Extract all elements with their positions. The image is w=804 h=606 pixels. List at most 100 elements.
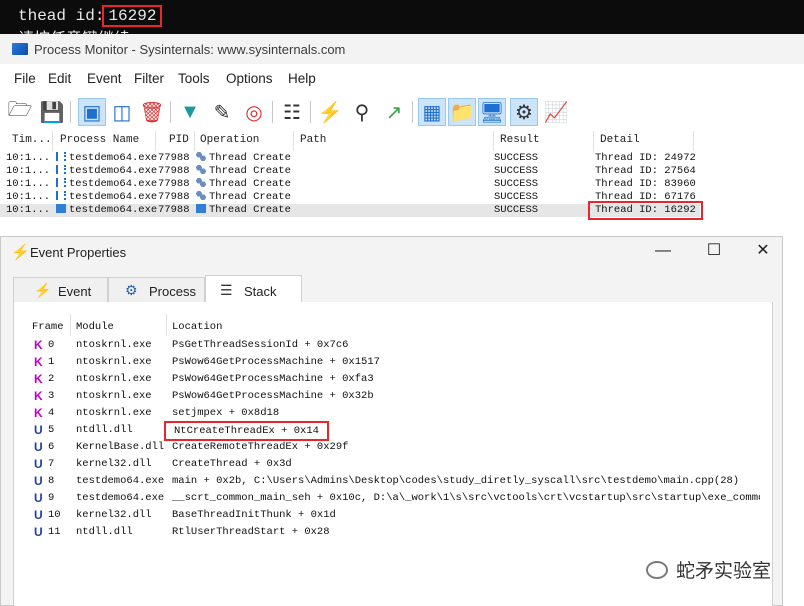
cell-process: testdemo64.exe	[56, 152, 157, 165]
lightning-icon: ⚡	[11, 244, 30, 261]
save-icon[interactable]: 💾	[38, 98, 66, 126]
col-pid[interactable]: PID	[169, 134, 189, 146]
stack-frame-row[interactable]: U 6 KernelBase.dll CreateRemoteThreadEx …	[28, 439, 760, 456]
find-icon[interactable]: ⚲	[348, 98, 376, 126]
frame-module: ntoskrnl.exe	[76, 339, 152, 351]
stack-frame-row[interactable]: U 10 kernel32.dll BaseThreadInitThunk + …	[28, 507, 760, 524]
exe-icon	[56, 191, 66, 200]
autoscroll-icon[interactable]: ◫	[108, 98, 136, 126]
profiling-events-icon[interactable]: 📈	[542, 98, 570, 126]
menu-file[interactable]: File	[14, 71, 36, 86]
menu-help[interactable]: Help	[288, 71, 316, 86]
console-prefix: thead id:	[18, 7, 105, 25]
registry-activity-icon[interactable]: ▦	[418, 98, 446, 126]
menu-edit[interactable]: Edit	[48, 71, 71, 86]
maximize-button[interactable]: ☐	[699, 241, 729, 261]
properties-icon[interactable]: ⚡	[316, 98, 344, 126]
event-properties-titlebar[interactable]: ⚡ Event Properties — ☐ ✕	[1, 237, 784, 267]
frame-location: BaseThreadInitThunk + 0x1d	[172, 509, 336, 521]
event-row[interactable]: 10:1... testdemo64.exe 77988 Thread Crea…	[0, 152, 700, 165]
clear-icon[interactable]: 🗑	[138, 98, 166, 126]
frame-module: kernel32.dll	[76, 458, 152, 470]
toolbar-separator	[70, 101, 71, 123]
tab-process[interactable]: ⚙ Process	[108, 277, 205, 303]
col-operation[interactable]: Operation	[200, 134, 259, 146]
cell-result: SUCCESS	[494, 204, 539, 216]
include-target-icon[interactable]: ◎	[240, 98, 268, 126]
exe-icon	[56, 152, 66, 161]
frame-location: CreateThread + 0x3d	[172, 458, 292, 470]
menu-tools[interactable]: Tools	[178, 71, 210, 86]
cell-process: testdemo64.exe	[56, 165, 157, 178]
stack-frame-row[interactable]: K 2 ntoskrnl.exe PsWow64GetProcessMachin…	[28, 371, 760, 388]
highlight-icon[interactable]: ✎	[208, 98, 236, 126]
filter-icon[interactable]: ▼	[176, 98, 204, 126]
menu-filter[interactable]: Filter	[134, 71, 164, 86]
col-process-name[interactable]: Process Name	[60, 134, 139, 146]
thread-icon	[196, 165, 206, 174]
col-divider	[693, 131, 694, 151]
stack-frame-row[interactable]: U 5 ntdll.dll NtCreateThreadEx + 0x14	[28, 421, 760, 441]
col-location[interactable]: Location	[172, 321, 222, 333]
event-row[interactable]: 10:1... testdemo64.exe 77988 Thread Crea…	[0, 165, 700, 178]
stack-frame-row[interactable]: K 4 ntoskrnl.exe setjmpex + 0x8d18	[28, 405, 760, 422]
cell-time: 10:1...	[6, 152, 51, 164]
col-frame[interactable]: Frame	[32, 321, 64, 333]
col-detail[interactable]: Detail	[600, 134, 640, 146]
stack-frame-row[interactable]: U 9 testdemo64.exe __scrt_common_main_se…	[28, 490, 760, 507]
tab-event[interactable]: ⚡ Event	[13, 277, 108, 303]
process-activity-icon[interactable]: ⚙	[510, 98, 538, 126]
col-divider	[194, 131, 195, 151]
col-module[interactable]: Module	[76, 321, 114, 333]
user-frame-icon: U	[34, 440, 43, 454]
open-folder-icon[interactable]: 🗁	[6, 98, 34, 126]
col-path[interactable]: Path	[300, 134, 326, 146]
thread-icon	[196, 152, 206, 161]
frame-number: 3	[48, 390, 55, 402]
menu-event[interactable]: Event	[87, 71, 122, 86]
cell-time: 10:1...	[6, 191, 51, 203]
col-divider	[70, 314, 71, 336]
stack-frame-row[interactable]: U 8 testdemo64.exe main + 0x2b, C:\Users…	[28, 473, 760, 490]
col-divider	[52, 131, 53, 151]
stack-frame-row[interactable]: U 11 ntdll.dll RtlUserThreadStart + 0x28	[28, 524, 760, 541]
col-time[interactable]: Tim...	[12, 134, 52, 146]
jump-to-icon[interactable]: ↗	[380, 98, 408, 126]
user-frame-icon: U	[34, 423, 43, 437]
user-frame-icon: U	[34, 491, 43, 505]
wechat-logo-icon	[646, 561, 668, 579]
frame-module: kernel32.dll	[76, 509, 152, 521]
exe-icon	[56, 178, 66, 187]
toolbar-separator	[272, 101, 273, 123]
exe-icon	[56, 165, 66, 174]
frame-number: 10	[48, 509, 61, 521]
thread-icon	[196, 191, 206, 200]
frame-number: 5	[48, 424, 55, 436]
cell-process: testdemo64.exe	[56, 178, 157, 191]
toolbar-separator	[310, 101, 311, 123]
network-activity-icon[interactable]: 🖥	[478, 98, 506, 126]
file-activity-icon[interactable]: 📁	[448, 98, 476, 126]
capture-toggle-icon[interactable]: ▣	[78, 98, 106, 126]
col-result[interactable]: Result	[500, 134, 540, 146]
close-button[interactable]: ✕	[748, 241, 778, 261]
cell-operation: Thread Create	[196, 178, 291, 191]
minimize-button[interactable]: —	[648, 241, 678, 261]
stack-frame-row[interactable]: U 7 kernel32.dll CreateThread + 0x3d	[28, 456, 760, 473]
stack-frame-row[interactable]: K 3 ntoskrnl.exe PsWow64GetProcessMachin…	[28, 388, 760, 405]
menu-options[interactable]: Options	[226, 71, 273, 86]
kernel-frame-icon: K	[34, 389, 43, 403]
frame-number: 6	[48, 441, 55, 453]
thread-id-highlight: 16292	[102, 5, 163, 27]
stack-frame-row[interactable]: K 0 ntoskrnl.exe PsGetThreadSessionId + …	[28, 337, 760, 354]
frame-module: KernelBase.dll	[76, 441, 165, 453]
tab-event-label: Event	[58, 284, 92, 299]
event-row[interactable]: 10:1... testdemo64.exe 77988 Thread Crea…	[0, 178, 700, 191]
event-row-selected[interactable]: 10:1... testdemo64.exe 77988 Thread Crea…	[0, 201, 703, 220]
process-tree-icon[interactable]: ☷	[278, 98, 306, 126]
frame-number: 11	[48, 526, 61, 538]
stack-frame-row[interactable]: K 1 ntoskrnl.exe PsWow64GetProcessMachin…	[28, 354, 760, 371]
procmon-titlebar[interactable]: Process Monitor - Sysinternals: www.sysi…	[0, 34, 804, 64]
toolbar: 🗁 💾 ▣ ◫ 🗑 ▼ ✎ ◎ ☷ ⚡ ⚲ ↗ ▦ 📁 🖥 ⚙ 📈	[0, 94, 804, 128]
tab-stack[interactable]: ☰ Stack	[205, 275, 302, 303]
